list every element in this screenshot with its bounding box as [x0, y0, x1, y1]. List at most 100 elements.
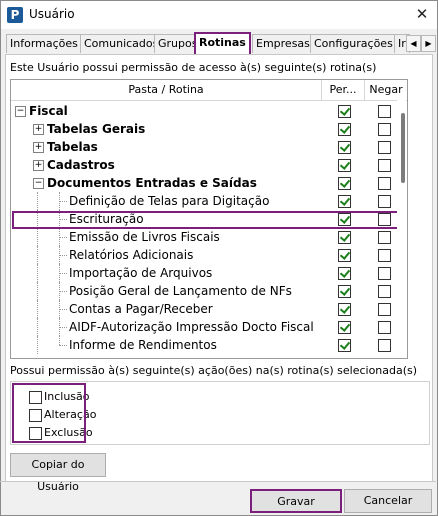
- tree-guide-line: [59, 201, 67, 202]
- tree-guide-line: [37, 192, 38, 210]
- tree-guide-line: [59, 282, 60, 300]
- tree-guide-line: [37, 318, 38, 336]
- permit-checkbox[interactable]: [338, 285, 351, 298]
- tree-guide-line: [59, 273, 67, 274]
- tree-guide-line: [59, 246, 60, 264]
- tree-row[interactable]: Posição Geral de Lançamento de NFs: [11, 282, 407, 300]
- tree-guide-line: [59, 264, 60, 282]
- tree-row-label: Tabelas Gerais: [47, 122, 146, 136]
- deny-checkbox[interactable]: [378, 159, 391, 172]
- tab-comunicados[interactable]: Comunicados: [80, 34, 163, 53]
- title-bar: P Usuário ✕: [1, 1, 437, 29]
- tree-row[interactable]: + Cadastros: [11, 156, 407, 174]
- permit-checkbox[interactable]: [338, 321, 351, 334]
- tree-row-label: AIDF-Autorização Impressão Docto Fiscal: [69, 320, 314, 334]
- tree-row[interactable]: Emissão de Livros Fiscais: [11, 228, 407, 246]
- tree-row-label: Fiscal: [29, 104, 68, 118]
- deny-checkbox[interactable]: [378, 105, 391, 118]
- tree-row[interactable]: − Fiscal: [11, 102, 407, 120]
- tree-row[interactable]: + Tabelas: [11, 138, 407, 156]
- tree-guide-line: [59, 327, 67, 328]
- tab-informacoes[interactable]: Informações: [6, 34, 82, 53]
- tree-row-label: Definição de Telas para Digitação: [69, 194, 270, 208]
- deny-checkbox[interactable]: [378, 195, 391, 208]
- permit-checkbox[interactable]: [338, 105, 351, 118]
- permit-checkbox[interactable]: [338, 267, 351, 280]
- tree-row-label: Importação de Arquivos: [69, 266, 213, 280]
- expand-icon[interactable]: +: [33, 160, 44, 171]
- cancel-button[interactable]: Cancelar: [344, 489, 432, 513]
- tree-guide-line: [59, 237, 67, 238]
- deny-checkbox[interactable]: [378, 249, 391, 262]
- deny-checkbox[interactable]: [378, 285, 391, 298]
- tree-row-label: Emissão de Livros Fiscais: [69, 230, 220, 244]
- deny-checkbox[interactable]: [378, 123, 391, 136]
- actions-highlight: [12, 383, 86, 443]
- tree-row[interactable]: Contas a Pagar/Receber: [11, 300, 407, 318]
- tree-row[interactable]: Relatórios Adicionais: [11, 246, 407, 264]
- deny-checkbox[interactable]: [378, 267, 391, 280]
- permit-checkbox[interactable]: [338, 159, 351, 172]
- tree-row-label: Relatórios Adicionais: [69, 248, 194, 262]
- tree-guide-line: [37, 282, 38, 300]
- close-icon[interactable]: ✕: [411, 4, 433, 24]
- tree-guide-line: [59, 192, 60, 210]
- tab-configuracoes[interactable]: Configurações: [310, 34, 397, 53]
- copy-from-user-button[interactable]: Copiar do Usuário: [10, 453, 106, 493]
- tree-guide-line: [37, 228, 38, 246]
- tree-guide-line: [59, 336, 60, 345]
- permit-checkbox[interactable]: [338, 177, 351, 190]
- app-p-icon: P: [7, 7, 23, 23]
- selected-row-highlight: [12, 211, 406, 229]
- deny-checkbox[interactable]: [378, 141, 391, 154]
- header-folder[interactable]: Pasta / Rotina: [11, 80, 322, 101]
- deny-checkbox[interactable]: [378, 177, 391, 190]
- header-deny[interactable]: Negar: [365, 80, 407, 101]
- tree-guide-line: [37, 264, 38, 282]
- tree-guide-line: [59, 345, 67, 346]
- tab-empresas[interactable]: Empresas: [252, 34, 314, 53]
- tree-guide-line: [59, 300, 60, 318]
- expand-icon[interactable]: +: [33, 124, 44, 135]
- tab-rotinas[interactable]: Rotinas: [194, 32, 251, 56]
- tree-guide-line: [59, 291, 67, 292]
- permit-checkbox[interactable]: [338, 123, 351, 136]
- tree-guide-line: [59, 318, 60, 336]
- window-title: Usuário: [29, 7, 75, 21]
- expand-icon[interactable]: +: [33, 142, 44, 153]
- tree-row[interactable]: Importação de Arquivos: [11, 264, 407, 282]
- deny-checkbox[interactable]: [378, 231, 391, 244]
- deny-checkbox[interactable]: [378, 303, 391, 316]
- save-button[interactable]: Gravar: [250, 489, 342, 513]
- permit-checkbox[interactable]: [338, 141, 351, 154]
- tree-row[interactable]: Definição de Telas para Digitação: [11, 192, 407, 210]
- tree-row-label: Informe de Rendimentos: [69, 338, 217, 352]
- tree-guide-line: [59, 228, 60, 246]
- tree-row[interactable]: + Tabelas Gerais: [11, 120, 407, 138]
- permit-checkbox[interactable]: [338, 231, 351, 244]
- tree-scrollbar[interactable]: [397, 100, 406, 357]
- routines-info-text: Este Usuário possui permissão de acesso …: [10, 61, 377, 74]
- tree-row[interactable]: Informe de Rendimentos: [11, 336, 407, 354]
- permit-checkbox[interactable]: [338, 303, 351, 316]
- permit-checkbox[interactable]: [338, 195, 351, 208]
- tree-guide-line: [37, 246, 38, 264]
- deny-checkbox[interactable]: [378, 321, 391, 334]
- collapse-icon[interactable]: −: [33, 178, 44, 189]
- collapse-icon[interactable]: −: [15, 106, 26, 117]
- tab-bar: Informações Comunicados Grupos Empresas …: [6, 32, 436, 56]
- tree-guide-line: [37, 300, 38, 318]
- tab-scroll-left-icon[interactable]: ◀: [406, 35, 421, 52]
- permit-checkbox[interactable]: [338, 249, 351, 262]
- tree-row[interactable]: − Documentos Entradas e Saídas: [11, 174, 407, 192]
- tree-row-label: Posição Geral de Lançamento de NFs: [69, 284, 292, 298]
- tree-guide-line: [59, 255, 67, 256]
- tree-guide-line: [37, 336, 38, 354]
- deny-checkbox[interactable]: [378, 339, 391, 352]
- header-permit[interactable]: Per...: [322, 80, 365, 101]
- actions-info-text: Possui permissão à(s) seguinte(s) ação(õ…: [10, 364, 418, 377]
- tab-scroll-right-icon[interactable]: ▶: [421, 35, 436, 52]
- tree-row[interactable]: AIDF-Autorização Impressão Docto Fiscal: [11, 318, 407, 336]
- permit-checkbox[interactable]: [338, 339, 351, 352]
- scrollbar-thumb[interactable]: [401, 113, 405, 183]
